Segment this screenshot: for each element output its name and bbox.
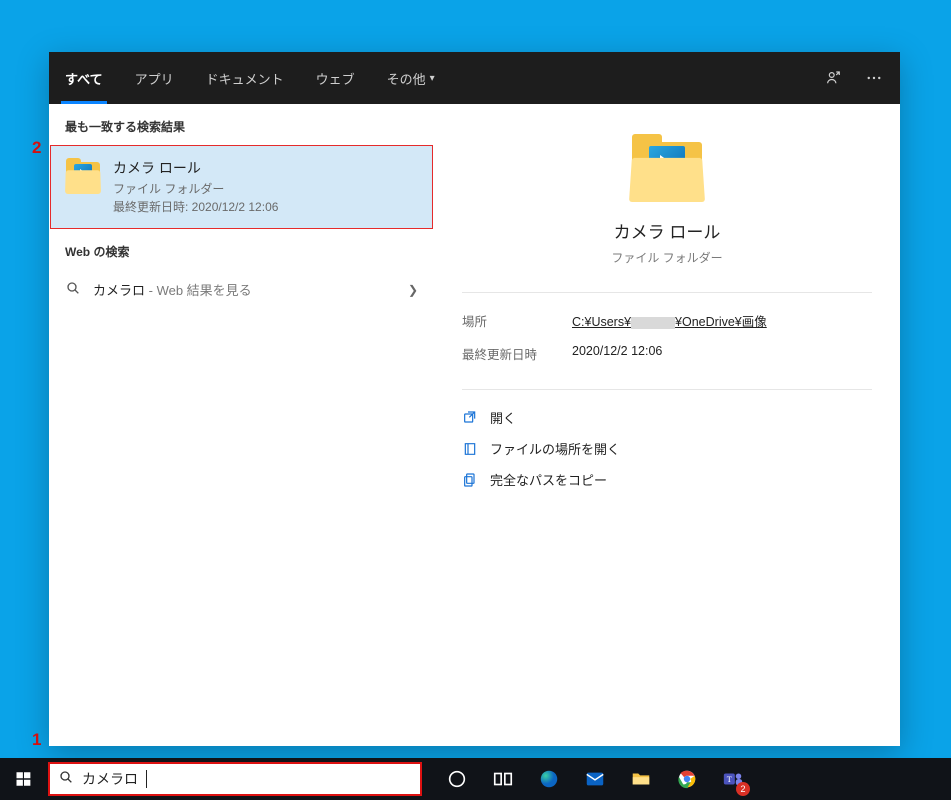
annotation-1: 1 (32, 730, 41, 750)
scope-tabs: すべて アプリ ドキュメント ウェブ その他 ▾ (49, 52, 451, 104)
explorer-icon[interactable] (618, 758, 664, 800)
action-copy-path[interactable]: 完全なパスをコピー (462, 470, 872, 489)
web-search-header: Web の検索 (49, 229, 434, 270)
taskbar: カメラロ T 2 (0, 758, 951, 800)
search-icon (58, 769, 74, 790)
best-match-result[interactable]: カメラ ロール ファイル フォルダー 最終更新日時: 2020/12/2 12:… (50, 145, 433, 229)
chevron-down-icon: ▾ (430, 73, 435, 84)
copy-path-icon (462, 472, 478, 488)
meta-label-updated: 最終更新日時 (462, 344, 572, 363)
more-options-button[interactable] (854, 58, 894, 98)
meta-value-location[interactable]: C:¥Users¥ ¥OneDrive¥画像 (572, 311, 872, 330)
best-match-updated: 最終更新日時: 2020/12/2 12:06 (113, 198, 278, 216)
meta-value-updated: 2020/12/2 12:06 (572, 344, 872, 363)
divider (462, 389, 872, 390)
best-match-header: 最も一致する検索結果 (49, 104, 434, 145)
tab-label: その他 (387, 69, 426, 88)
task-view-button[interactable] (480, 758, 526, 800)
search-icon (65, 280, 81, 299)
tab-documents[interactable]: ドキュメント (190, 52, 300, 104)
badge-count: 2 (736, 782, 750, 796)
search-panel-header: すべて アプリ ドキュメント ウェブ その他 ▾ (49, 52, 900, 104)
meta-label-location: 場所 (462, 311, 572, 330)
tab-web[interactable]: ウェブ (300, 52, 371, 104)
annotation-2: 2 (32, 138, 41, 158)
web-hint-text: - Web 結果を見る (145, 283, 252, 298)
preview-title: カメラ ロール (462, 218, 872, 243)
web-query-text: カメラロ (93, 283, 145, 298)
preview-actions: 開く ファイルの場所を開く 完全なパスをコピー (462, 408, 872, 489)
folder-icon (65, 158, 101, 194)
tab-more[interactable]: その他 ▾ (371, 52, 451, 104)
chevron-right-icon: ❯ (408, 283, 418, 297)
action-label: 開く (490, 408, 516, 427)
open-icon (462, 410, 478, 426)
tab-label: アプリ (135, 69, 174, 88)
location-suffix: ¥OneDrive¥画像 (675, 315, 767, 329)
edge-icon[interactable] (526, 758, 572, 800)
divider (462, 292, 872, 293)
location-prefix: C:¥Users¥ (572, 315, 631, 329)
tab-apps[interactable]: アプリ (119, 52, 190, 104)
preview-pane: カメラ ロール ファイル フォルダー 場所 C:¥Users¥ ¥OneDrive… (434, 104, 900, 746)
web-search-result[interactable]: カメラロ - Web 結果を見る ❯ (49, 270, 434, 309)
feedback-button[interactable] (814, 58, 854, 98)
tab-label: すべて (65, 69, 103, 88)
tab-label: ドキュメント (206, 69, 284, 88)
tab-label: ウェブ (316, 69, 355, 88)
preview-metadata: 場所 C:¥Users¥ ¥OneDrive¥画像 最終更新日時 2020/12/… (462, 311, 872, 363)
chrome-icon[interactable] (664, 758, 710, 800)
text-caret (146, 770, 147, 788)
preview-subtitle: ファイル フォルダー (462, 249, 872, 266)
tab-all[interactable]: すべて (49, 52, 119, 104)
teams-icon[interactable]: T 2 (710, 758, 756, 800)
start-button[interactable] (0, 758, 48, 800)
svg-text:T: T (727, 775, 732, 784)
search-input-value: カメラロ (82, 769, 138, 789)
redacted-segment (631, 317, 675, 329)
best-match-title: カメラ ロール (113, 158, 278, 178)
search-panel: すべて アプリ ドキュメント ウェブ その他 ▾ (49, 52, 900, 746)
action-label: 完全なパスをコピー (490, 470, 607, 489)
taskbar-apps: T 2 (434, 758, 756, 800)
action-open-location[interactable]: ファイルの場所を開く (462, 439, 872, 458)
best-match-subtitle: ファイル フォルダー (113, 180, 278, 198)
action-label: ファイルの場所を開く (490, 439, 620, 458)
cortana-button[interactable] (434, 758, 480, 800)
mail-icon[interactable] (572, 758, 618, 800)
action-open[interactable]: 開く (462, 408, 872, 427)
results-pane: 最も一致する検索結果 カメラ ロール ファイル フォルダー 最終更新日時: 20… (49, 104, 434, 746)
taskbar-search-input[interactable]: カメラロ (48, 762, 422, 796)
open-location-icon (462, 441, 478, 457)
preview-folder-icon (629, 134, 705, 202)
